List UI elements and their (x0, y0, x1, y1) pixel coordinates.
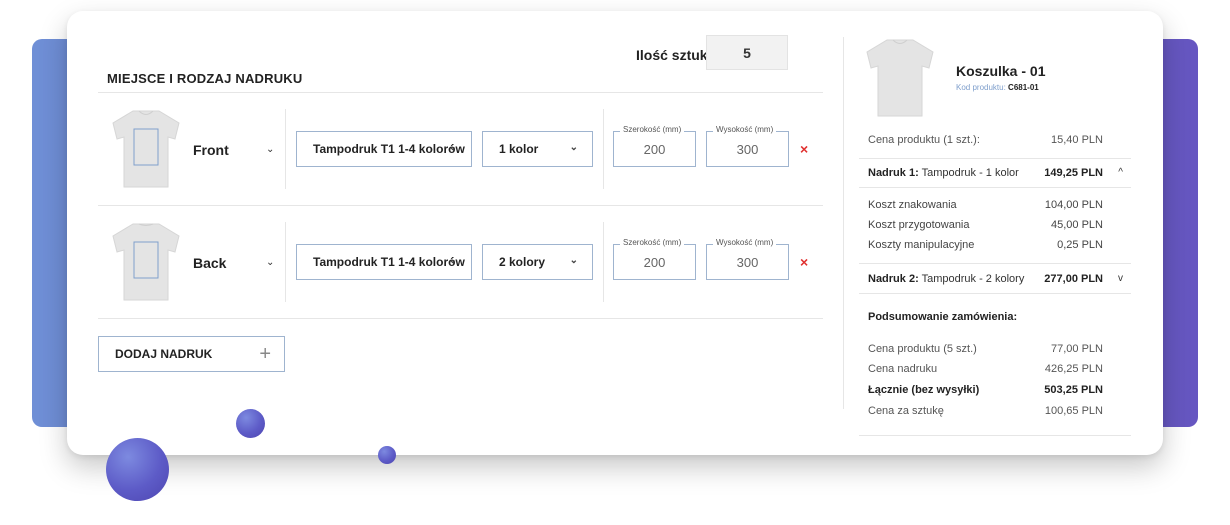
print-method-value: Tampodruk T1 1-4 kolorów (313, 255, 465, 269)
product-name: Koszulka - 01 (956, 63, 1046, 79)
configurator-card: MIEJSCE I RODZAJ NADRUKU Ilość sztuk: 5 … (67, 11, 1163, 455)
chevron-down-icon: ⌄ (448, 142, 457, 153)
width-value: 200 (643, 255, 666, 270)
print1-key: Nadruk 1: (868, 167, 919, 179)
cost-value: 104,00 PLN (1044, 199, 1103, 211)
unit-price-row: Cena produktu (1 szt.): 15,40 PLN (868, 134, 1103, 146)
print1-summary-row[interactable]: Nadruk 1: Tampodruk - 1 kolor 149,25 PLN… (868, 167, 1123, 179)
width-field[interactable]: Szerokość (mm) 200 (613, 238, 696, 280)
chevron-down-icon: ⌄ (569, 142, 578, 153)
height-value: 300 (736, 255, 759, 270)
order-row-value: 426,25 PLN (1044, 363, 1103, 375)
cost-label: Koszt znakowania (868, 199, 957, 211)
order-row-value: 100,65 PLN (1044, 405, 1103, 417)
height-label: Wysokość (mm) (713, 125, 777, 134)
order-row: Cena nadruku 426,25 PLN (868, 363, 1103, 375)
print-place-label: Back (193, 255, 227, 271)
decorative-bubble (378, 446, 396, 464)
divider (859, 293, 1131, 294)
chevron-down-icon: ⌄ (569, 255, 578, 266)
chevron-down-icon[interactable]: v (1118, 273, 1123, 284)
product-code-label: Kod produktu: (956, 83, 1006, 92)
product-code: Kod produktu: C681-01 (956, 83, 1039, 92)
unit-price-label: Cena produktu (1 szt.): (868, 134, 980, 146)
height-field[interactable]: Wysokość (mm) 300 (706, 125, 789, 167)
product-code-value: C681-01 (1008, 83, 1039, 92)
cost-row: Koszty manipulacyjne 0,25 PLN (868, 239, 1103, 251)
plus-icon: + (259, 343, 271, 365)
place-chevron-down-icon[interactable]: ⌄ (266, 144, 274, 155)
divider (285, 222, 286, 302)
decorative-bubble (236, 409, 265, 438)
order-row-value: 77,00 PLN (1051, 343, 1103, 355)
color-count-select[interactable]: 2 kolory ⌄ (482, 244, 593, 280)
print2-key: Nadruk 2: (868, 273, 919, 285)
print2-summary-row[interactable]: Nadruk 2: Tampodruk - 2 kolory 277,00 PL… (868, 273, 1123, 285)
remove-print-icon[interactable]: × (800, 141, 808, 157)
order-summary-panel: Koszulka - 01 Kod produktu: C681-01 Cena… (843, 11, 1163, 455)
cost-value: 45,00 PLN (1051, 219, 1103, 231)
print-method-value: Tampodruk T1 1-4 kolorów (313, 142, 465, 156)
divider (98, 318, 823, 319)
width-label: Szerokość (mm) (620, 125, 685, 134)
divider (859, 435, 1131, 436)
print-method-select[interactable]: Tampodruk T1 1-4 kolorów ⌄ (296, 131, 472, 167)
add-print-label: DODAJ NADRUK (115, 347, 213, 361)
divider (285, 109, 286, 189)
order-row-label: Cena produktu (5 szt.) (868, 343, 977, 355)
height-label: Wysokość (mm) (713, 238, 777, 247)
cost-label: Koszty manipulacyjne (868, 239, 975, 251)
section-title: MIEJSCE I RODZAJ NADRUKU (107, 71, 303, 86)
print-method-select[interactable]: Tampodruk T1 1-4 kolorów ⌄ (296, 244, 472, 280)
tshirt-back-image (112, 223, 180, 301)
order-total-label: Łącznie (bez wysyłki) (868, 384, 980, 396)
color-count-value: 2 kolory (499, 255, 546, 269)
divider (98, 92, 823, 93)
quantity-label: Ilość sztuk: (636, 47, 713, 63)
print1-value: 149,25 PLN (1044, 167, 1103, 179)
cost-row: Koszt znakowania 104,00 PLN (868, 199, 1103, 211)
print-place-label: Front (193, 142, 229, 158)
color-count-select[interactable]: 1 kolor ⌄ (482, 131, 593, 167)
divider (859, 187, 1131, 188)
order-row-label: Cena za sztukę (868, 405, 944, 417)
divider (603, 109, 604, 189)
order-summary-title: Podsumowanie zamówienia: (868, 311, 1018, 323)
product-image (866, 39, 934, 117)
order-row: Cena za sztukę 100,65 PLN (868, 405, 1103, 417)
cost-row: Koszt przygotowania 45,00 PLN (868, 219, 1103, 231)
divider (98, 205, 823, 206)
add-print-button[interactable]: DODAJ NADRUK + (98, 336, 285, 372)
tshirt-front-image (112, 110, 180, 188)
order-row: Cena produktu (5 szt.) 77,00 PLN (868, 343, 1103, 355)
width-field[interactable]: Szerokość (mm) 200 (613, 125, 696, 167)
divider (603, 222, 604, 302)
cost-label: Koszt przygotowania (868, 219, 970, 231)
chevron-down-icon: ⌄ (448, 255, 457, 266)
cost-value: 0,25 PLN (1057, 239, 1103, 251)
unit-price-value: 15,40 PLN (1051, 134, 1103, 146)
chevron-up-icon[interactable]: ^ (1118, 167, 1123, 178)
width-value: 200 (643, 142, 666, 157)
order-total-value: 503,25 PLN (1044, 384, 1103, 396)
height-field[interactable]: Wysokość (mm) 300 (706, 238, 789, 280)
decorative-bubble (106, 438, 169, 501)
height-value: 300 (736, 142, 759, 157)
quantity-input[interactable]: 5 (706, 35, 788, 70)
order-row-label: Cena nadruku (868, 363, 938, 375)
divider (859, 263, 1131, 264)
color-count-value: 1 kolor (499, 142, 539, 156)
remove-print-icon[interactable]: × (800, 254, 808, 270)
print2-value: 277,00 PLN (1044, 273, 1103, 285)
divider (859, 158, 1131, 159)
print2-desc: Tampodruk - 2 kolory (921, 273, 1025, 285)
order-total-row: Łącznie (bez wysyłki) 503,25 PLN (868, 384, 1103, 396)
place-chevron-down-icon[interactable]: ⌄ (266, 257, 274, 268)
print1-desc: Tampodruk - 1 kolor (921, 167, 1019, 179)
width-label: Szerokość (mm) (620, 238, 685, 247)
